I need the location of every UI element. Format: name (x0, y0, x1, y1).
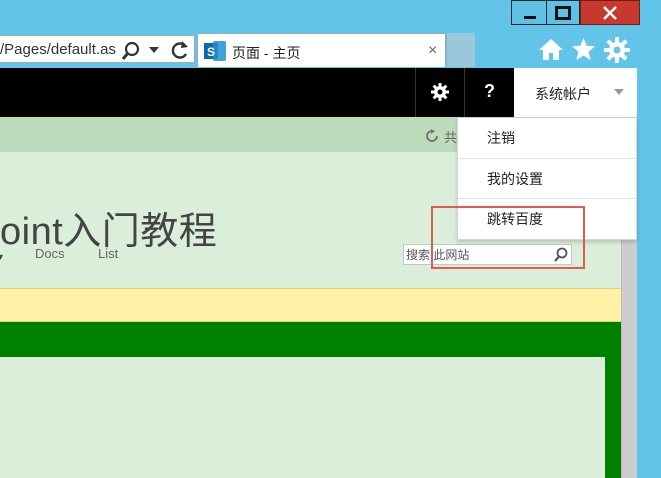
menu-item-sign-out[interactable]: 注销 (458, 118, 636, 158)
address-text: /Pages/default.as (0, 41, 116, 58)
minimize-button[interactable] (511, 0, 547, 25)
help-button[interactable]: ? (464, 68, 514, 117)
svg-text:S: S (207, 45, 215, 59)
account-label: 系统帐户 (535, 86, 591, 102)
menu-item-go-to-baidu[interactable]: 跳转百度 (458, 198, 636, 238)
dropdown-arrow-icon[interactable] (148, 45, 160, 55)
sharepoint-favicon-icon: S (204, 41, 226, 61)
maximize-icon (555, 5, 571, 20)
nav-caret-icon[interactable]: ▾ (0, 252, 3, 263)
settings-gear-icon (431, 83, 449, 101)
close-icon (603, 5, 617, 20)
status-bar (0, 288, 621, 322)
maximize-button[interactable] (546, 0, 580, 25)
sync-icon[interactable] (425, 129, 439, 143)
content-area (0, 357, 605, 478)
minimize-icon (523, 15, 536, 19)
settings-button[interactable] (415, 68, 464, 117)
search-input[interactable] (406, 245, 546, 264)
favorites-star-icon[interactable] (571, 37, 596, 61)
tab-title: 页面 - 主页 (232, 45, 301, 61)
tab-close-icon[interactable]: × (428, 42, 437, 60)
caret-down-icon (614, 89, 624, 95)
address-bar[interactable]: /Pages/default.as (0, 35, 195, 63)
tools-gear-icon[interactable] (604, 37, 630, 63)
refresh-icon[interactable] (170, 39, 190, 61)
browser-tab[interactable]: S 页面 - 主页 × (197, 33, 446, 67)
close-window-button[interactable] (580, 0, 640, 25)
account-menu-button[interactable]: 系统帐户 (514, 68, 637, 117)
new-tab-area[interactable] (447, 33, 475, 67)
search-icon[interactable] (121, 41, 141, 61)
menu-item-my-settings[interactable]: 我的设置 (458, 158, 636, 198)
account-dropdown-menu: 注销 我的设置 跳转百度 (457, 118, 637, 240)
home-icon[interactable] (538, 37, 564, 61)
nav-link-list[interactable]: List (98, 246, 118, 261)
search-icon[interactable] (553, 247, 569, 263)
nav-link-docs[interactable]: Docs (35, 246, 65, 261)
search-box (403, 244, 572, 265)
suite-bar: ? 系统帐户 (0, 68, 637, 117)
share-label[interactable]: 共 (444, 127, 457, 146)
